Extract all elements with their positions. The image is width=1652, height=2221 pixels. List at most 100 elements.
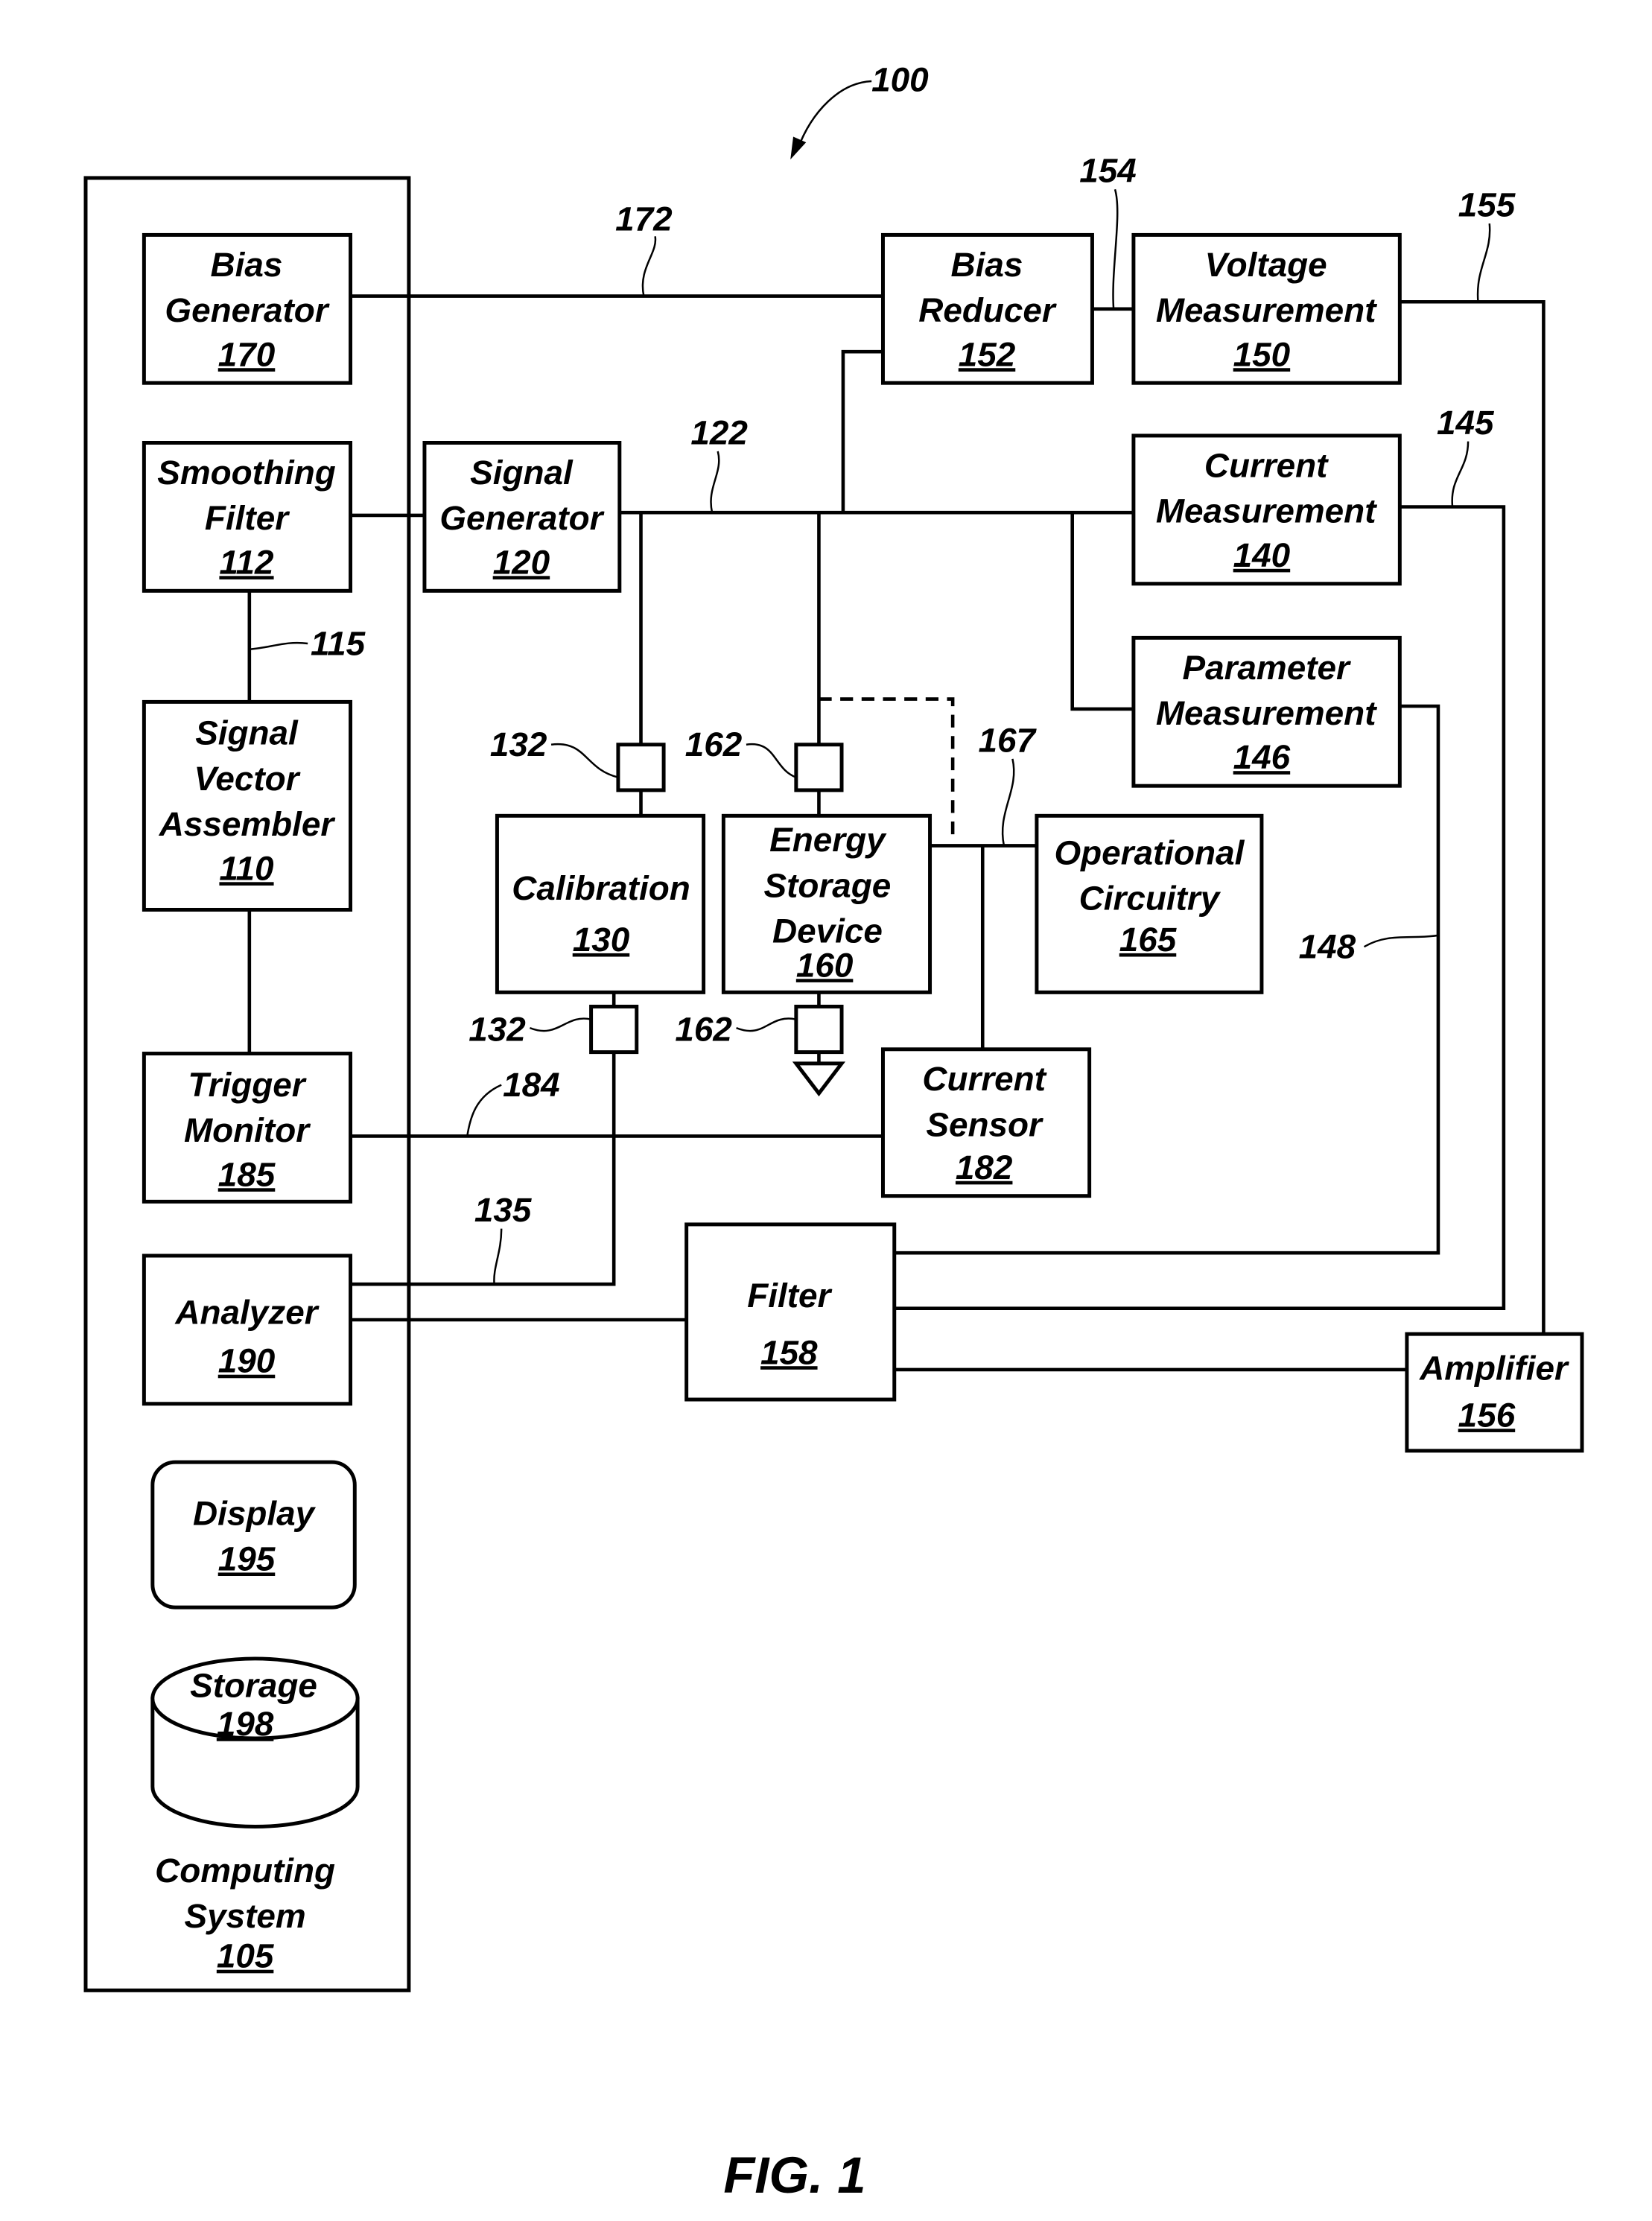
bias-generator-number: 170 bbox=[218, 334, 276, 373]
operational-circuitry-block: Operational Circuitry 165 bbox=[1035, 813, 1264, 994]
current-sensor-label-1: Current bbox=[922, 1059, 1046, 1098]
connector-162-bottom bbox=[794, 1004, 844, 1055]
ref-135: 135 bbox=[474, 1190, 533, 1229]
leader-162-bottom bbox=[736, 1017, 797, 1032]
energy-storage-label-2: Storage bbox=[764, 865, 892, 904]
computing-system-label-2: System bbox=[185, 1896, 306, 1935]
ref-162-top: 162 bbox=[685, 725, 743, 763]
bias-reducer-label-1: Bias bbox=[951, 245, 1023, 284]
assembler-label-1: Signal bbox=[195, 714, 299, 752]
leader-148 bbox=[1363, 934, 1439, 948]
current-measurement-number: 140 bbox=[1233, 536, 1291, 574]
ref-100: 100 bbox=[871, 60, 929, 98]
calibration-number: 130 bbox=[573, 920, 630, 959]
leader-184 bbox=[466, 1084, 502, 1137]
display-block: Display 195 bbox=[150, 1460, 357, 1610]
trigger-monitor-number: 185 bbox=[218, 1154, 276, 1193]
current-measurement-label-2: Measurement bbox=[1156, 492, 1377, 530]
system-reference: 100 bbox=[790, 60, 929, 160]
ref-115: 115 bbox=[311, 623, 366, 662]
voltage-measurement-number: 150 bbox=[1233, 334, 1291, 373]
signal-generator-block: Signal Generator 120 bbox=[422, 441, 622, 593]
assembler-label-2: Vector bbox=[194, 759, 300, 798]
energy-storage-device-block: Energy Storage Device 160 bbox=[721, 813, 933, 994]
parameter-measurement-label-2: Measurement bbox=[1156, 693, 1377, 732]
filter-label: Filter bbox=[747, 1276, 832, 1315]
leader-145 bbox=[1451, 441, 1470, 507]
voltage-measurement-label-1: Voltage bbox=[1205, 245, 1327, 284]
signal-vector-assembler-block: Signal Vector Assembler 110 bbox=[142, 699, 353, 912]
leader-162-top bbox=[746, 743, 797, 778]
smoothing-filter-label-1: Smoothing bbox=[157, 453, 335, 492]
leader-155 bbox=[1476, 223, 1491, 302]
energy-storage-label-3: Device bbox=[772, 911, 883, 950]
connector-132-bottom bbox=[589, 1004, 639, 1055]
ref-167: 167 bbox=[979, 720, 1038, 759]
ref-132-top: 132 bbox=[490, 725, 547, 763]
amplifier-number: 156 bbox=[1458, 1395, 1516, 1434]
parameter-measurement-label-1: Parameter bbox=[1182, 648, 1351, 687]
voltage-measurement-block: Voltage Measurement 150 bbox=[1131, 232, 1402, 385]
wire-bus-to-parameter bbox=[1070, 512, 1134, 711]
signal-generator-label-1: Signal bbox=[470, 453, 574, 492]
analyzer-number: 190 bbox=[218, 1341, 276, 1380]
ref-184: 184 bbox=[503, 1065, 560, 1104]
connector-162-top bbox=[794, 743, 844, 792]
calibration-label: Calibration bbox=[512, 868, 690, 907]
current-measurement-block: Current Measurement 140 bbox=[1131, 433, 1402, 586]
arrowhead-icon bbox=[790, 136, 807, 160]
signal-generator-number: 120 bbox=[493, 542, 550, 581]
filter-block: Filter 158 bbox=[684, 1222, 897, 1402]
leader-132-top bbox=[550, 743, 619, 778]
calibration-block: Calibration 130 bbox=[495, 813, 706, 994]
current-measurement-label-1: Current bbox=[1204, 445, 1329, 484]
current-sensor-number: 182 bbox=[956, 1148, 1013, 1186]
parameter-measurement-block: Parameter Measurement 146 bbox=[1131, 635, 1402, 788]
bias-reducer-number: 152 bbox=[959, 334, 1016, 373]
bias-reducer-label-2: Reducer bbox=[918, 290, 1057, 329]
energy-storage-label-1: Energy bbox=[769, 820, 887, 859]
bias-reducer-block: Bias Reducer 152 bbox=[880, 232, 1094, 385]
wire-bus-to-bias-reducer bbox=[841, 349, 883, 513]
ref-162-bottom: 162 bbox=[675, 1009, 732, 1048]
ground-icon bbox=[792, 1061, 846, 1097]
ref-154: 154 bbox=[1079, 151, 1137, 190]
amplifier-block: Amplifier 156 bbox=[1405, 1332, 1584, 1453]
storage-number: 198 bbox=[217, 1704, 274, 1743]
operational-circuitry-label-2: Circuitry bbox=[1079, 878, 1221, 917]
parameter-measurement-number: 146 bbox=[1233, 737, 1291, 776]
computing-system-number: 105 bbox=[217, 1936, 275, 1975]
trigger-monitor-label-2: Monitor bbox=[184, 1110, 311, 1149]
energy-storage-number: 160 bbox=[796, 945, 854, 984]
current-sensor-label-2: Sensor bbox=[926, 1105, 1043, 1143]
analyzer-block: Analyzer 190 bbox=[142, 1254, 353, 1406]
leader-122 bbox=[710, 451, 720, 513]
reference-leader bbox=[796, 80, 872, 150]
filter-number: 158 bbox=[760, 1332, 818, 1371]
trigger-monitor-block: Trigger Monitor 185 bbox=[142, 1052, 353, 1204]
assembler-label-3: Assembler bbox=[159, 804, 336, 843]
trigger-monitor-label-1: Trigger bbox=[188, 1065, 306, 1104]
bias-generator-label-2: Generator bbox=[165, 290, 329, 329]
smoothing-filter-number: 112 bbox=[219, 542, 274, 581]
amplifier-label: Amplifier bbox=[1419, 1348, 1569, 1387]
leader-172 bbox=[641, 236, 657, 296]
leader-154 bbox=[1112, 188, 1119, 309]
wire-155 bbox=[1400, 299, 1545, 1335]
bias-generator-block: Bias Generator 170 bbox=[142, 232, 353, 385]
signal-generator-label-2: Generator bbox=[439, 498, 604, 537]
assembler-number: 110 bbox=[219, 848, 274, 887]
ref-145: 145 bbox=[1437, 403, 1495, 442]
leader-135 bbox=[493, 1228, 503, 1285]
storage-label: Storage bbox=[190, 1666, 317, 1705]
ref-132-bottom: 132 bbox=[468, 1009, 526, 1048]
figure-title: FIG. 1 bbox=[723, 2147, 865, 2204]
operational-circuitry-number: 165 bbox=[1119, 920, 1178, 959]
analyzer-label: Analyzer bbox=[174, 1293, 319, 1332]
operational-circuitry-label-1: Operational bbox=[1055, 833, 1245, 871]
current-sensor-block: Current Sensor 182 bbox=[880, 1047, 1092, 1198]
display-label: Display bbox=[193, 1493, 317, 1532]
ref-172: 172 bbox=[615, 200, 673, 238]
storage-block: Storage 198 bbox=[150, 1656, 360, 1828]
bias-generator-label-1: Bias bbox=[211, 245, 283, 284]
